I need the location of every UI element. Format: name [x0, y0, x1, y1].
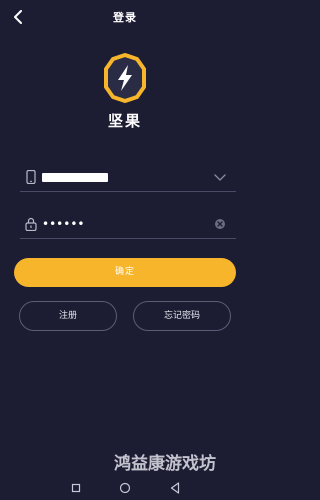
- home-icon: [119, 482, 131, 494]
- top-bar: 登录: [0, 0, 250, 34]
- lightning-shield-icon: [104, 53, 146, 103]
- phone-input[interactable]: [42, 173, 108, 182]
- phone-icon: [26, 170, 36, 184]
- app-logo: [103, 52, 147, 110]
- home-button[interactable]: [118, 481, 132, 495]
- chevron-down-icon[interactable]: [214, 171, 226, 183]
- lock-icon: [25, 217, 37, 231]
- register-button[interactable]: 注册: [19, 301, 117, 331]
- system-nav-bar: [0, 478, 250, 500]
- page-title: 登录: [113, 11, 137, 24]
- forgot-password-button[interactable]: 忘记密码: [133, 301, 231, 331]
- nav-back-button[interactable]: [168, 481, 182, 495]
- recent-apps-icon: [71, 483, 81, 493]
- watermark: 鸿益康游戏坊: [114, 454, 216, 474]
- app-name: 坚果: [107, 112, 142, 130]
- back-icon: [170, 482, 180, 494]
- password-field[interactable]: ••••••: [20, 213, 236, 239]
- recent-apps-button[interactable]: [69, 481, 83, 495]
- clear-icon[interactable]: [214, 218, 226, 230]
- confirm-button[interactable]: 确定: [14, 258, 236, 287]
- password-input[interactable]: ••••••: [42, 216, 84, 232]
- phone-field[interactable]: [20, 166, 236, 192]
